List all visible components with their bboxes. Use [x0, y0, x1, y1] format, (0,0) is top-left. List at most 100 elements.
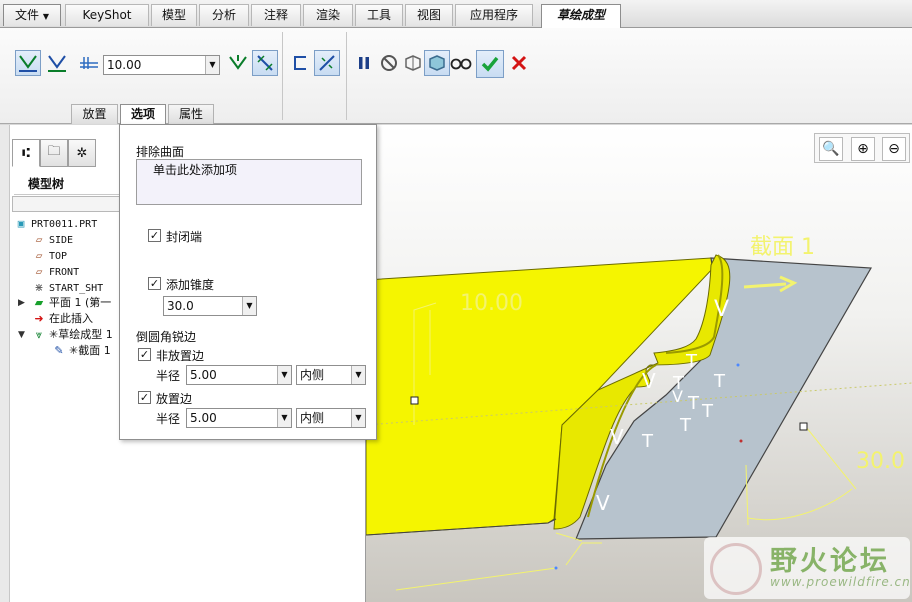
thickness-icon	[80, 57, 98, 69]
tree-item-label: SIDE	[49, 235, 74, 246]
surface-mark: T	[702, 401, 713, 422]
checkmark-icon	[481, 56, 499, 72]
preview-separate-icon	[405, 55, 421, 71]
add-taper-checkbox[interactable]: ✓	[148, 277, 161, 290]
tab-applications-label: 应用程序	[469, 8, 518, 22]
tree-item-label: FRONT	[49, 267, 80, 278]
tab-model-label: 模型	[161, 8, 186, 22]
tab-model[interactable]: 模型	[151, 4, 197, 26]
tree-item[interactable]: ✎ ✳截面 1	[52, 343, 110, 359]
cancel-button[interactable]	[506, 50, 532, 76]
tab-render[interactable]: 渲染	[303, 4, 353, 26]
non-placement-side-select[interactable]: 内侧 ▼	[296, 365, 366, 385]
form-type-punch-button[interactable]	[15, 50, 41, 76]
menu-bar: 文件 ▼ KeyShot 模型 分析 注释 渲染 工具 视图 应用程序 草绘成型	[0, 0, 912, 29]
insert-here-icon: ➜	[34, 312, 44, 325]
tree-item[interactable]: ▰ 平面 1 (第一	[32, 295, 112, 311]
tree-item[interactable]: ➜ 在此插入	[32, 311, 93, 327]
tab-properties[interactable]: 属性	[168, 104, 214, 124]
chevron-down-icon[interactable]: ▼	[242, 297, 256, 315]
cap-ends-checkbox[interactable]: ✓	[148, 229, 161, 242]
graphics-window[interactable]: 截面 1 10.00 30.0 V T V T T V T T T V T V …	[366, 125, 912, 602]
zoom-in-button[interactable]: ⊕	[851, 137, 875, 161]
tab-annotate[interactable]: 注释	[251, 4, 301, 26]
sketch-icon: ✎	[54, 344, 64, 357]
panel-edge-strip	[0, 125, 10, 602]
flip-direction-button[interactable]	[225, 50, 251, 76]
placement-edges-label: 放置边	[156, 392, 193, 406]
chevron-down-icon[interactable]: ▼	[351, 366, 365, 384]
radius-label: 半径	[156, 369, 181, 383]
add-taper-label: 添加锥度	[166, 278, 215, 292]
taper-angle-combo[interactable]: 30.0 ▼	[163, 296, 257, 316]
tree-item[interactable]: ⋇ START_SHT	[32, 280, 103, 296]
tree-item[interactable]: ▱ TOP	[32, 248, 67, 264]
tab-properties-label: 属性	[178, 107, 203, 121]
placement-edges-checkbox[interactable]: ✓	[138, 391, 151, 404]
chevron-down-icon: ▼	[42, 12, 49, 21]
chevron-down-icon[interactable]: ▼	[277, 409, 291, 427]
refit-icon: 🔍	[822, 141, 840, 157]
tab-model-tree[interactable]: ⑆	[12, 139, 40, 167]
tree-item[interactable]: ▱ FRONT	[32, 264, 79, 280]
tab-sketched-form[interactable]: 草绘成型	[541, 4, 621, 29]
depth-value-combo[interactable]: 10.00 ▼	[103, 55, 220, 75]
favorites-icon: ✲	[76, 145, 88, 161]
tree-item[interactable]: ▣ PRT0011.PRT	[14, 216, 98, 232]
tab-tools-label: 工具	[366, 8, 391, 22]
square-bracket-icon	[294, 56, 306, 70]
tab-analysis-label: 分析	[211, 8, 236, 22]
tab-placement[interactable]: 放置	[71, 104, 118, 124]
tab-options[interactable]: 选项	[120, 104, 166, 125]
depth-dimension[interactable]: 10.00	[460, 291, 523, 316]
pierce-edge-button[interactable]	[288, 50, 314, 76]
chevron-down-icon[interactable]: ▼	[351, 409, 365, 427]
tab-tools[interactable]: 工具	[355, 4, 403, 26]
non-placement-radius-combo[interactable]: 5.00 ▼	[186, 365, 292, 385]
tree-item-label: TOP	[49, 251, 68, 262]
no-preview-button[interactable]	[376, 50, 402, 76]
placement-radius-combo[interactable]: 5.00 ▼	[186, 408, 292, 428]
refit-button[interactable]: 🔍	[819, 137, 843, 161]
file-menu[interactable]: 文件 ▼	[3, 4, 61, 26]
separate-preview-button[interactable]	[400, 50, 426, 76]
non-placement-edges-checkbox[interactable]: ✓	[138, 348, 151, 361]
cap-ends-label: 封闭端	[166, 230, 203, 244]
expand-arrow-icon[interactable]: ▶	[18, 298, 25, 308]
section-label[interactable]: 截面 1	[750, 229, 815, 261]
tab-annotate-label: 注释	[263, 8, 288, 22]
ok-button[interactable]	[476, 50, 504, 78]
chevron-down-icon[interactable]: ▼	[205, 56, 219, 74]
tab-view-label: 视图	[416, 8, 441, 22]
tree-item[interactable]: ▱ SIDE	[32, 232, 73, 248]
pause-button[interactable]	[351, 50, 377, 76]
tab-keyshot[interactable]: KeyShot	[65, 4, 149, 26]
tab-placement-label: 放置	[82, 107, 107, 121]
tree-item[interactable]: ⩔ ✳草绘成型 1	[32, 327, 113, 343]
flip-material-button[interactable]	[314, 50, 340, 76]
thickness-icon-button[interactable]	[76, 50, 102, 76]
taper-angle-dimension[interactable]: 30.0	[856, 449, 905, 474]
pause-icon	[359, 57, 369, 69]
tab-view[interactable]: 视图	[405, 4, 453, 26]
tab-analysis[interactable]: 分析	[199, 4, 249, 26]
options-panel: 排除曲面 单击此处添加项 ✓ 封闭端 ✓ 添加锥度 30.0 ▼ 倒圆角锐边 ✓…	[119, 124, 377, 440]
tab-folder-browser[interactable]: 🗀	[40, 139, 68, 167]
verify-preview-button[interactable]	[424, 50, 450, 76]
no-preview-icon	[381, 55, 397, 71]
punch-form-icon	[19, 55, 37, 72]
collapse-arrow-icon[interactable]: ▼	[18, 330, 25, 340]
material-side-button[interactable]	[252, 50, 278, 76]
zoom-out-button[interactable]: ⊖	[882, 137, 906, 161]
form-type-pierce-button[interactable]	[44, 50, 70, 76]
tab-favorites[interactable]: ✲	[68, 139, 96, 167]
model-tree-icon: ⑆	[22, 145, 30, 161]
glasses-preview-button[interactable]	[448, 50, 474, 76]
round-sharp-edges-label: 倒圆角锐边	[136, 330, 197, 344]
exclude-surfaces-collector[interactable]: 单击此处添加项	[136, 159, 362, 205]
chevron-down-icon[interactable]: ▼	[277, 366, 291, 384]
surface-mark: T	[714, 371, 725, 392]
placement-side-select[interactable]: 内侧 ▼	[296, 408, 366, 428]
zoom-in-icon: ⊕	[857, 141, 869, 157]
tab-applications[interactable]: 应用程序	[455, 4, 533, 26]
